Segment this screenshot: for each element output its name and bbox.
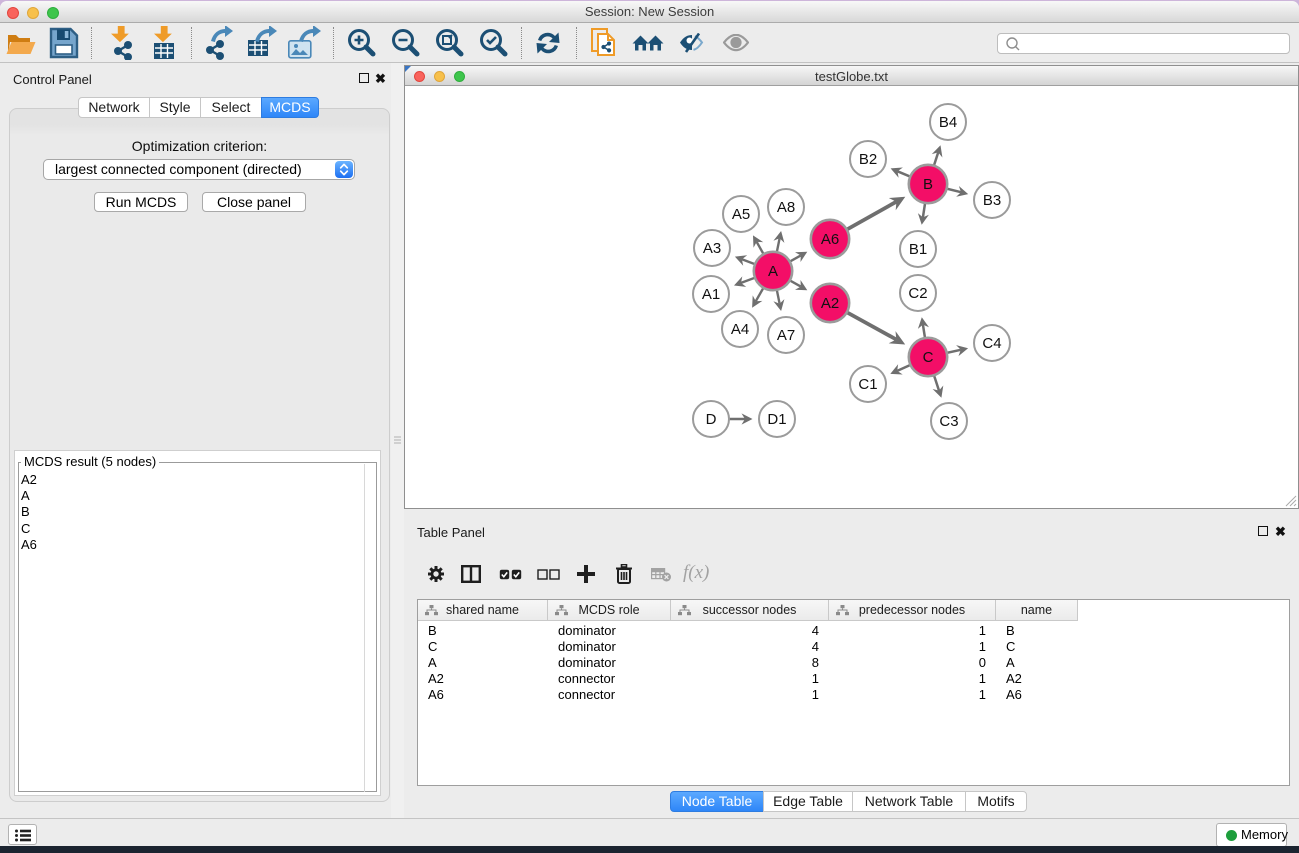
svg-text:B1: B1 [909, 241, 927, 258]
svg-text:C4: C4 [982, 335, 1001, 352]
svg-text:A3: A3 [703, 240, 721, 257]
svg-text:B3: B3 [983, 192, 1001, 209]
svg-text:C1: C1 [858, 376, 877, 393]
svg-text:C: C [923, 349, 934, 366]
svg-text:D: D [706, 411, 717, 428]
svg-text:C2: C2 [908, 285, 927, 302]
svg-text:D1: D1 [767, 411, 786, 428]
svg-text:A: A [768, 263, 778, 280]
svg-text:A4: A4 [731, 321, 749, 338]
svg-text:B4: B4 [939, 114, 957, 131]
svg-text:A7: A7 [777, 327, 795, 344]
svg-text:A8: A8 [777, 199, 795, 216]
svg-text:A1: A1 [702, 286, 720, 303]
svg-text:f(x): f(x) [683, 563, 709, 583]
svg-text:A2: A2 [821, 295, 839, 312]
svg-text:A5: A5 [732, 206, 750, 223]
svg-text:C3: C3 [939, 413, 958, 430]
svg-text:A6: A6 [821, 231, 839, 248]
svg-text:B: B [923, 176, 933, 193]
svg-text:B2: B2 [859, 151, 877, 168]
